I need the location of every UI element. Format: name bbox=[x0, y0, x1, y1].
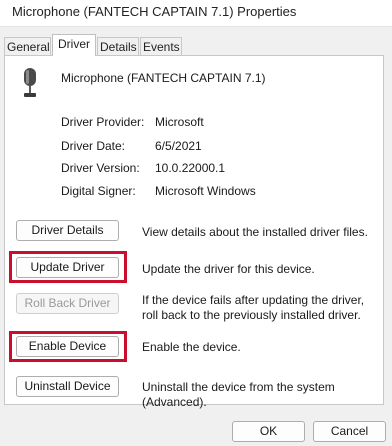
driver-date-value: 6/5/2021 bbox=[155, 139, 202, 153]
title-bar[interactable]: Microphone (FANTECH CAPTAIN 7.1) Propert… bbox=[0, 0, 392, 27]
driver-details-description: View details about the installed driver … bbox=[142, 225, 368, 239]
enable-device-button[interactable]: Enable Device bbox=[16, 336, 119, 357]
ok-button[interactable]: OK bbox=[232, 421, 305, 442]
update-driver-description: Update the driver for this device. bbox=[142, 262, 315, 276]
digital-signer-label: Digital Signer: bbox=[61, 184, 136, 198]
tab-driver[interactable]: Driver bbox=[52, 34, 96, 56]
tab-events[interactable]: Events bbox=[140, 37, 182, 55]
uninstall-device-button[interactable]: Uninstall Device bbox=[16, 376, 119, 397]
roll-back-driver-description: If the device fails after updating the d… bbox=[142, 293, 365, 322]
enable-device-description: Enable the device. bbox=[142, 340, 241, 354]
tab-general[interactable]: General bbox=[4, 37, 51, 55]
driver-details-button[interactable]: Driver Details bbox=[16, 220, 119, 241]
driver-date-label: Driver Date: bbox=[61, 139, 126, 153]
driver-provider-label: Driver Provider: bbox=[61, 115, 145, 129]
uninstall-device-description: Uninstall the device from the system (Ad… bbox=[142, 380, 335, 409]
window-title: Microphone (FANTECH CAPTAIN 7.1) Propert… bbox=[12, 4, 297, 19]
tab-details[interactable]: Details bbox=[97, 37, 139, 55]
cancel-button[interactable]: Cancel bbox=[313, 421, 386, 442]
digital-signer-value: Microsoft Windows bbox=[155, 184, 256, 198]
update-driver-button[interactable]: Update Driver bbox=[16, 257, 119, 278]
roll-back-driver-button[interactable]: Roll Back Driver bbox=[16, 293, 119, 314]
driver-version-label: Driver Version: bbox=[61, 161, 140, 175]
driver-provider-value: Microsoft bbox=[155, 115, 204, 129]
device-name: Microphone (FANTECH CAPTAIN 7.1) bbox=[61, 71, 266, 85]
driver-version-value: 10.0.22000.1 bbox=[155, 161, 226, 175]
microphone-icon bbox=[24, 68, 36, 97]
